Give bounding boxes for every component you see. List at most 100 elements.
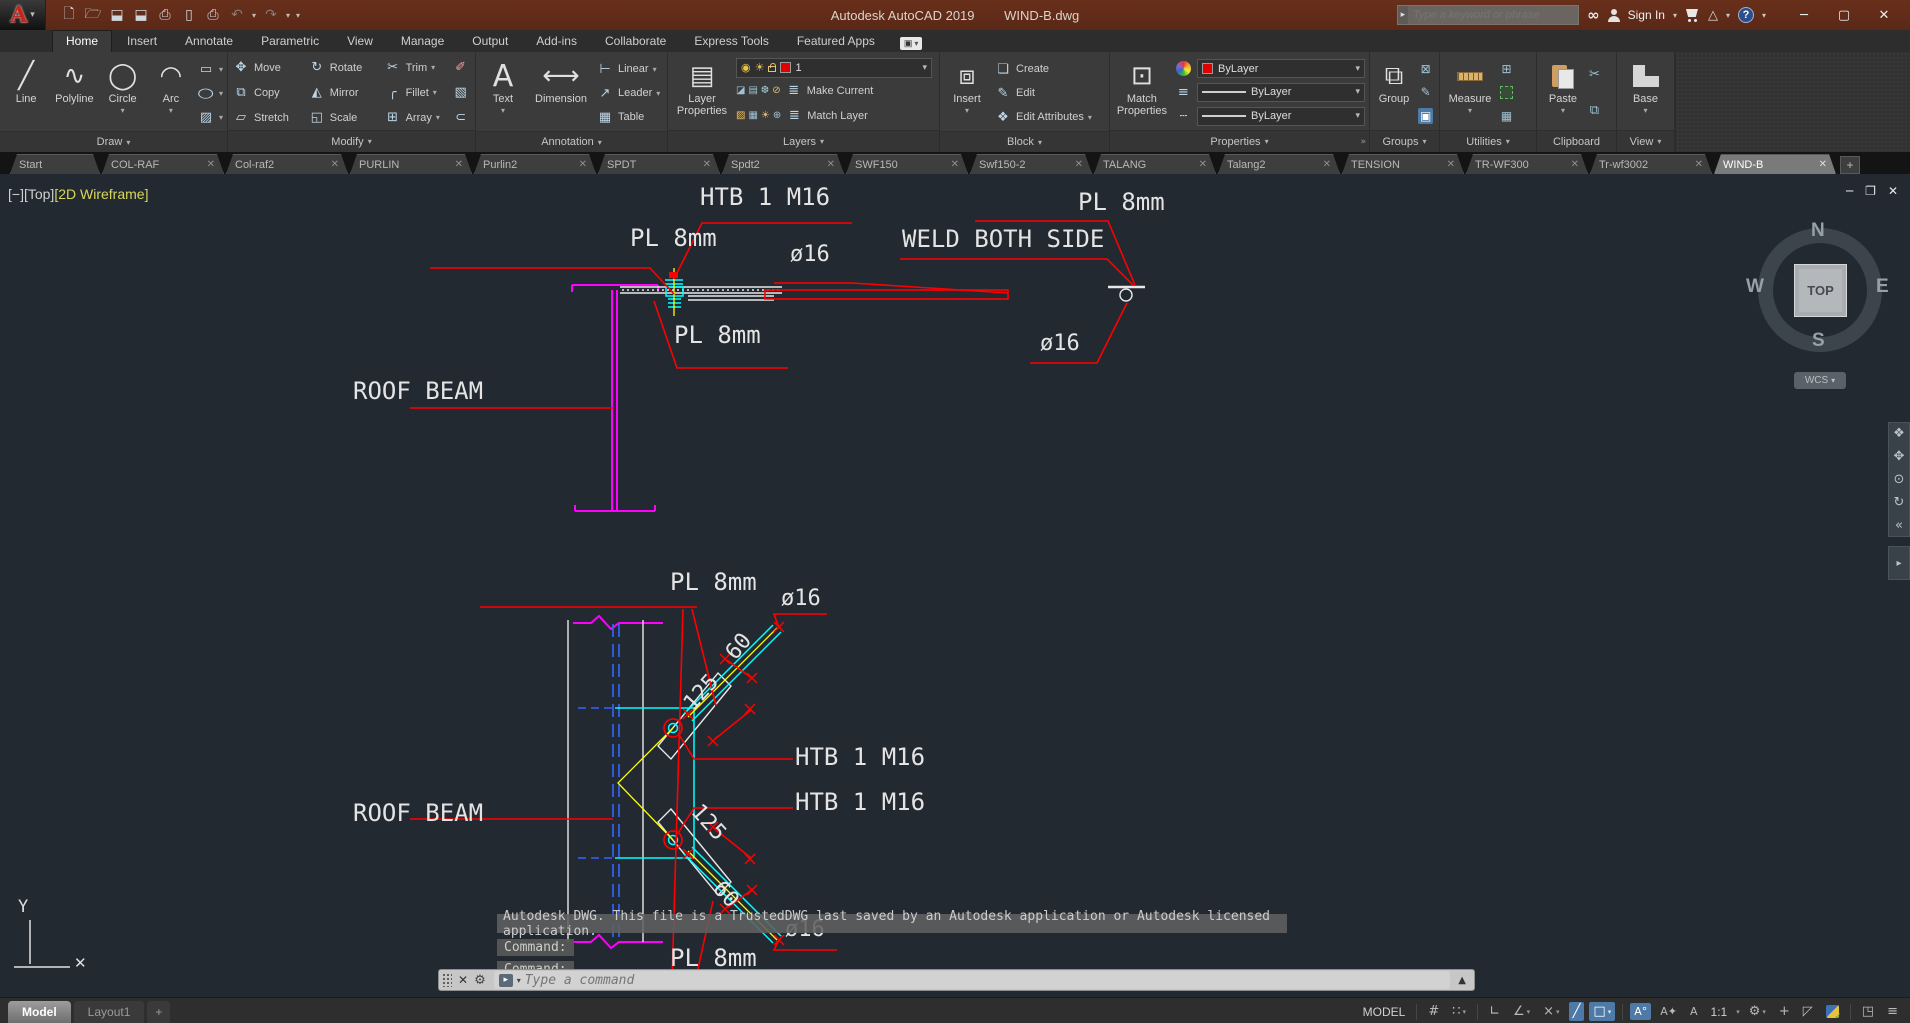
- ortho-toggle[interactable]: ∟: [1485, 1002, 1504, 1021]
- annotation-scale-value[interactable]: 1:1: [1707, 1003, 1732, 1021]
- undo-button[interactable]: ↶: [228, 7, 246, 23]
- sign-in-button[interactable]: Sign In: [1628, 8, 1665, 22]
- match-properties-button[interactable]: ⊡ Match Properties: [1114, 55, 1170, 130]
- mirror-button[interactable]: ◭ Mirror: [308, 81, 380, 105]
- search-icon[interactable]: ∞: [1587, 6, 1600, 24]
- close-icon[interactable]: ✕: [331, 159, 339, 170]
- table-button[interactable]: ▦ Table: [596, 105, 660, 129]
- close-icon[interactable]: ✕: [827, 159, 835, 170]
- zoom-icon[interactable]: ⊙: [1894, 473, 1905, 486]
- lineweight-dropdown[interactable]: ByLayer ▾: [1197, 82, 1365, 102]
- stretch-button[interactable]: ▱ Stretch: [232, 106, 304, 130]
- tab-manage[interactable]: Manage: [388, 31, 457, 52]
- polar-tracking-toggle[interactable]: ∠ ▾: [1509, 1002, 1534, 1021]
- make-current-button[interactable]: ◪ ▤ ❆ ⊘ ≣ Make Current: [736, 79, 935, 103]
- autodesk-caret-icon[interactable]: ▾: [1726, 11, 1730, 20]
- close-icon[interactable]: ✕: [1695, 159, 1703, 170]
- file-tab[interactable]: SPDT ✕: [598, 154, 720, 174]
- autodesk-app-icon[interactable]: △: [1708, 8, 1718, 23]
- model-tab[interactable]: Model: [8, 1000, 71, 1023]
- help-caret-icon[interactable]: ▾: [1762, 11, 1766, 20]
- move-button[interactable]: ✥ Move: [232, 56, 304, 80]
- rotate-button[interactable]: ↻ Rotate: [308, 56, 380, 80]
- file-tab[interactable]: COL-RAF ✕: [102, 154, 224, 174]
- viewport-view-control[interactable]: [Top]: [24, 186, 54, 202]
- model-space-toggle[interactable]: MODEL: [1359, 1003, 1410, 1021]
- edit-attributes-button[interactable]: ❖ Edit Attributes ▾: [994, 105, 1092, 129]
- close-icon[interactable]: ✕: [455, 159, 463, 170]
- close-icon[interactable]: ✕: [1819, 159, 1827, 170]
- command-drag-grip[interactable]: [442, 973, 452, 987]
- close-icon[interactable]: ✕: [703, 159, 711, 170]
- file-tab[interactable]: TENSION ✕: [1342, 154, 1464, 174]
- help-icon[interactable]: ?: [1737, 7, 1754, 23]
- scale-button[interactable]: ◱ Scale: [308, 106, 380, 130]
- clean-screen-icon[interactable]: ◳: [1858, 1002, 1878, 1021]
- edit-block-button[interactable]: ✎ Edit: [994, 81, 1092, 105]
- object-color-dropdown[interactable]: ByLayer ▾: [1197, 59, 1365, 79]
- group-edit-icon[interactable]: ✎: [1421, 85, 1431, 99]
- tab-home[interactable]: Home: [52, 30, 113, 52]
- file-tab[interactable]: Tr-wf3002 ✕: [1590, 154, 1712, 174]
- orbit-icon[interactable]: ↻: [1894, 496, 1905, 509]
- file-tab-active[interactable]: WIND-B ✕: [1714, 154, 1836, 174]
- command-input[interactable]: [524, 972, 1446, 988]
- drawing-canvas[interactable]: [−][Top][2D Wireframe] ─ ❐ ✕ HTB 1 M16 P…: [0, 174, 1910, 997]
- close-button[interactable]: ✕: [1864, 1, 1904, 29]
- search-history-icon[interactable]: ▸: [1398, 10, 1409, 20]
- save-button[interactable]: ⬓: [108, 7, 126, 23]
- line-button[interactable]: ╱ Line: [4, 55, 48, 131]
- full-navigation-wheel-icon[interactable]: ❖: [1893, 427, 1905, 440]
- annotation-visibility-toggle[interactable]: A°: [1630, 1003, 1652, 1020]
- linetype-icon[interactable]: ┄: [1174, 109, 1192, 124]
- group-selection-icon[interactable]: ▣: [1418, 107, 1434, 124]
- ungroup-icon[interactable]: ⊠: [1421, 62, 1431, 76]
- explode-button[interactable]: ▧: [452, 81, 471, 105]
- hardware-acceleration-icon[interactable]: [1822, 1003, 1843, 1022]
- paste-button[interactable]: Paste ▾: [1541, 55, 1585, 130]
- tab-insert[interactable]: Insert: [114, 31, 170, 52]
- tab-addins[interactable]: Add-ins: [523, 31, 590, 52]
- workspace-switching-icon[interactable]: ⚙ ▾: [1745, 1002, 1770, 1021]
- viewcube[interactable]: N S W E TOP: [1746, 220, 1889, 374]
- application-menu-button[interactable]: A ▾: [0, 0, 46, 30]
- panel-label-clipboard[interactable]: Clipboard: [1537, 130, 1616, 152]
- command-customize-icon[interactable]: ⚙: [474, 973, 486, 988]
- search-input[interactable]: [1408, 6, 1579, 24]
- qat-overflow-button[interactable]: ▾: [296, 11, 300, 20]
- color-wheel-icon[interactable]: [1175, 61, 1191, 77]
- close-icon[interactable]: ✕: [207, 159, 215, 170]
- tab-featured-apps[interactable]: Featured Apps: [784, 31, 888, 52]
- linear-button[interactable]: ⊢ Linear ▾: [596, 57, 660, 81]
- base-button[interactable]: Base ▾: [1624, 55, 1668, 130]
- cut-icon[interactable]: ✂: [1589, 67, 1600, 82]
- new-layout-button[interactable]: +: [147, 1000, 171, 1023]
- leader-button[interactable]: ↗ Leader ▾: [596, 81, 661, 105]
- copy-button[interactable]: ⧉ Copy: [232, 81, 304, 105]
- array-button[interactable]: ⊞ Array ▾: [384, 106, 448, 130]
- viewport-restore-icon[interactable]: ❐: [1865, 184, 1876, 198]
- panel-label-properties[interactable]: Properties ▾»: [1110, 130, 1369, 152]
- snap-toggle[interactable]: ∷ ▾: [1448, 1002, 1470, 1021]
- panel-label-groups[interactable]: Groups ▾: [1370, 130, 1439, 152]
- tab-parametric[interactable]: Parametric: [248, 31, 332, 52]
- new-drawing-tab-button[interactable]: +: [1840, 156, 1860, 174]
- command-prompt[interactable]: ▸ ▾: [493, 971, 1451, 989]
- redo-caret-icon[interactable]: ▾: [286, 11, 290, 20]
- layer-dropdown[interactable]: ◉ ☀ 1 ▾: [736, 57, 932, 78]
- panel-label-draw[interactable]: Draw ▾: [0, 131, 227, 152]
- calculator-icon[interactable]: ▦: [1501, 109, 1512, 123]
- redo-button[interactable]: ↷: [262, 7, 280, 23]
- dimension-button[interactable]: ⟷ Dimension: [530, 55, 592, 131]
- ellipse-button[interactable]: ○ ▾: [197, 81, 223, 105]
- file-tab-start[interactable]: Start: [10, 154, 100, 174]
- insert-button[interactable]: ⧈ Insert ▾: [944, 55, 990, 131]
- create-block-button[interactable]: ❏ Create: [994, 57, 1092, 81]
- command-close-icon[interactable]: ✕: [458, 973, 468, 987]
- object-snap-tracking-toggle[interactable]: ╱: [1568, 1002, 1585, 1021]
- autoscale-toggle[interactable]: A✦: [1656, 1003, 1681, 1020]
- circle-button[interactable]: ◯ Circle ▾: [101, 55, 145, 131]
- isolate-objects-icon[interactable]: ◸: [1799, 1002, 1817, 1021]
- text-button[interactable]: A Text ▾: [480, 55, 526, 131]
- close-icon[interactable]: ✕: [951, 159, 959, 170]
